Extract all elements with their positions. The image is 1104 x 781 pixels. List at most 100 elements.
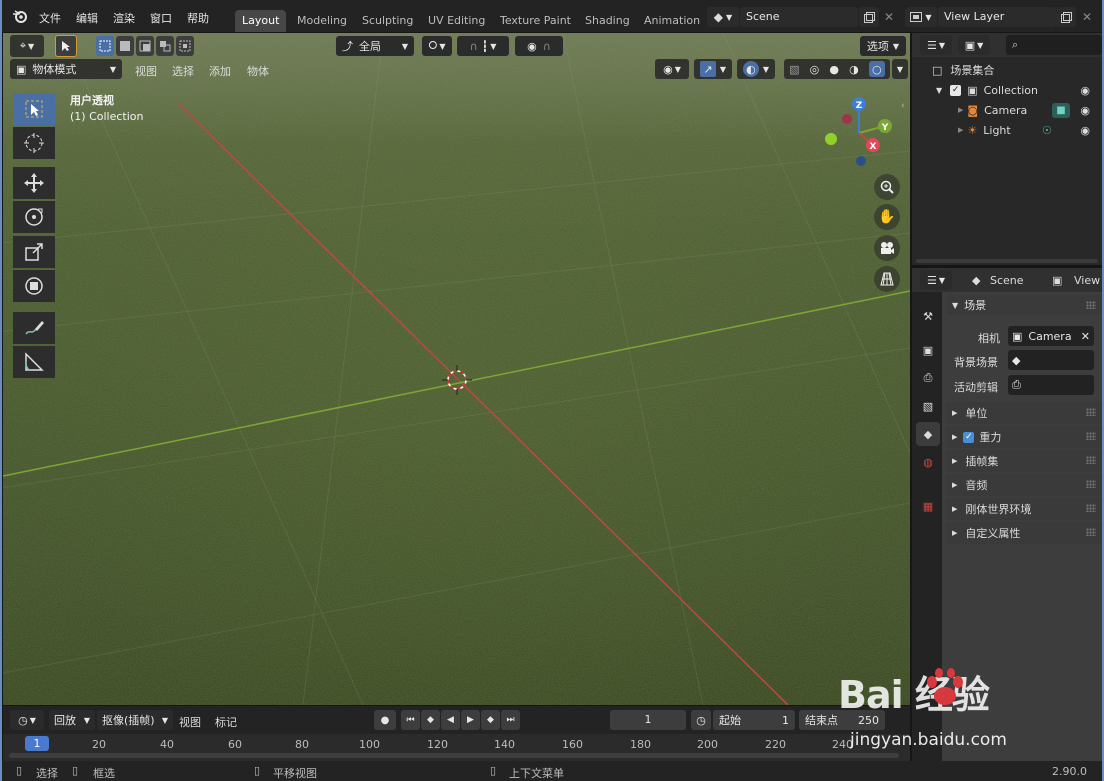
render-tab-icon[interactable]: ▣ bbox=[916, 338, 940, 362]
select-new-icon[interactable] bbox=[96, 36, 114, 56]
menu-add[interactable]: 添加 bbox=[209, 63, 231, 79]
timeline-menu-view[interactable]: 视图 bbox=[179, 714, 201, 730]
pivot-point-dropdown[interactable]: ⭘ ▼ bbox=[422, 36, 452, 56]
panel-gravity[interactable]: ▶ ✓ 重力 bbox=[946, 426, 1102, 448]
active-clip-field[interactable]: ⎙ bbox=[1008, 375, 1094, 395]
rendered-shading-icon[interactable]: ○ bbox=[868, 61, 885, 77]
measure-tool-icon[interactable] bbox=[13, 346, 55, 378]
menu-render[interactable]: 渲染 bbox=[113, 10, 135, 26]
menu-select[interactable]: 选择 bbox=[172, 63, 194, 79]
tab-uv-editing[interactable]: UV Editing bbox=[421, 10, 492, 32]
outliner-item-camera[interactable]: ▶ ◙ Camera ■ ◉ bbox=[958, 102, 1102, 118]
timeline-scrollbar[interactable] bbox=[9, 753, 899, 758]
timeline-editor-type-button[interactable]: ◷ ▼ bbox=[10, 710, 44, 730]
menu-window[interactable]: 窗口 bbox=[150, 10, 172, 26]
panel-custom-properties[interactable]: ▶ 自定义属性 bbox=[946, 522, 1102, 544]
jump-start-icon[interactable]: ⏮ bbox=[401, 710, 420, 730]
checkbox-icon[interactable]: ✓ bbox=[950, 84, 962, 96]
snap-group[interactable]: ∩ ┇ ▼ bbox=[457, 36, 509, 56]
xray-icon[interactable]: ▧ bbox=[789, 63, 799, 76]
timeline-ruler[interactable]: 1 20 40 60 80 100 120 140 160 180 200 22… bbox=[3, 734, 910, 761]
cursor-tool-icon[interactable] bbox=[13, 127, 55, 159]
camera-field[interactable]: ▣ Camera ✕ bbox=[1008, 326, 1094, 346]
view-layer-selector-button[interactable]: ▼ bbox=[905, 7, 937, 27]
shading-options-chevron-icon[interactable]: ▼ bbox=[892, 59, 908, 79]
tweak-tool-icon[interactable] bbox=[13, 93, 55, 125]
scene-selector-button[interactable]: ◆ ▼ bbox=[707, 7, 739, 27]
options-dropdown[interactable]: 选项 ▼ bbox=[860, 36, 906, 56]
menu-edit[interactable]: 编辑 bbox=[76, 10, 98, 26]
menu-object[interactable]: 物体 bbox=[247, 63, 269, 79]
properties-editor-type-button[interactable]: ☰ ▼ bbox=[920, 270, 952, 290]
keying-dropdown[interactable]: 抠像(插帧) ▼ bbox=[97, 710, 173, 730]
panel-units[interactable]: ▶ 单位 bbox=[946, 402, 1102, 424]
solid-shading-icon[interactable]: ● bbox=[829, 63, 839, 76]
expand-arrow-icon[interactable]: ▶ bbox=[958, 106, 963, 114]
material-shading-icon[interactable]: ◑ bbox=[849, 63, 859, 76]
jump-end-icon[interactable]: ⏭ bbox=[501, 710, 520, 730]
select-invert-icon[interactable] bbox=[156, 36, 174, 56]
pan-hand-icon[interactable]: ✋ bbox=[874, 204, 900, 230]
outliner-item-collection[interactable]: ▼ ✓ ▣ Collection ◉ bbox=[936, 82, 1102, 98]
tool-tab-icon[interactable]: ⚒ bbox=[916, 304, 940, 328]
menu-help[interactable]: 帮助 bbox=[187, 10, 209, 26]
outliner-search-input[interactable]: ⌕ bbox=[1006, 35, 1102, 55]
expand-arrow-icon[interactable]: ▶ bbox=[958, 126, 963, 134]
scene-tab-icon[interactable]: ◆ bbox=[916, 422, 940, 446]
drag-handle-icon[interactable] bbox=[1086, 528, 1096, 536]
mode-dropdown[interactable]: ▣ 物体模式 ▼ bbox=[10, 59, 122, 79]
wireframe-shading-icon[interactable]: ◎ bbox=[810, 63, 820, 76]
tab-texture-paint[interactable]: Texture Paint bbox=[493, 10, 578, 32]
current-frame-field[interactable]: 1 bbox=[610, 710, 686, 730]
menu-view[interactable]: 视图 bbox=[135, 63, 157, 79]
play-reverse-icon[interactable]: ◀ bbox=[441, 710, 460, 730]
eye-icon[interactable]: ◉ bbox=[1080, 124, 1090, 137]
eye-icon[interactable]: ◉ bbox=[1080, 84, 1090, 97]
background-scene-field[interactable]: ◆ bbox=[1008, 350, 1094, 370]
eye-icon[interactable]: ◉ bbox=[1080, 104, 1090, 117]
rotate-tool-icon[interactable] bbox=[13, 201, 55, 233]
world-tab-icon[interactable]: ◍ bbox=[916, 450, 940, 474]
transform-tool-icon[interactable] bbox=[13, 270, 55, 302]
new-view-layer-icon[interactable] bbox=[1056, 7, 1076, 27]
playback-dropdown[interactable]: 回放 ▼ bbox=[49, 710, 95, 730]
scene-collection-row[interactable]: □ 场景集合 bbox=[932, 62, 994, 78]
drag-handle-icon[interactable] bbox=[1086, 480, 1096, 488]
gravity-checkbox-icon[interactable]: ✓ bbox=[963, 431, 975, 443]
tab-sculpting[interactable]: Sculpting bbox=[355, 10, 420, 32]
display-mode-button[interactable]: ▣ ▼ bbox=[958, 35, 990, 55]
panel-rigid-body-world[interactable]: ▶ 刚体世界环境 bbox=[946, 498, 1102, 520]
3d-viewport[interactable]: ⌖ ▼ ⤴ 全局 ▼ ⭘ ▼ ∩ ┇ ▼ ◉ ∩ 选项 ▼ ▣ 物体模式 ▼ 视图 选择 添加 物体… bbox=[3, 33, 910, 705]
drag-handle-icon[interactable] bbox=[1086, 301, 1096, 309]
scale-tool-icon[interactable] bbox=[13, 236, 55, 268]
timeline-menu-marker[interactable]: 标记 bbox=[215, 714, 237, 730]
new-scene-icon[interactable] bbox=[859, 7, 879, 27]
zoom-icon[interactable] bbox=[874, 174, 900, 200]
drag-handle-icon[interactable] bbox=[1086, 408, 1096, 416]
select-tool-icon[interactable] bbox=[55, 35, 77, 57]
transform-orientation-dropdown[interactable]: ⤴ 全局 ▼ bbox=[336, 36, 414, 56]
drag-handle-icon[interactable] bbox=[1086, 504, 1096, 512]
tab-shading[interactable]: Shading bbox=[578, 10, 637, 32]
record-icon[interactable]: ● bbox=[374, 710, 396, 730]
tab-animation[interactable]: Animation bbox=[637, 10, 707, 32]
menu-file[interactable]: 文件 bbox=[39, 10, 61, 26]
stopwatch-icon[interactable]: ◷ bbox=[691, 710, 711, 730]
overlay-toggle[interactable]: ◐ ▼ bbox=[737, 59, 775, 79]
scene-name-field[interactable]: Scene bbox=[740, 7, 858, 27]
outliner-editor-type-button[interactable]: ☰ ▼ bbox=[920, 35, 952, 55]
ortho-grid-icon[interactable] bbox=[874, 266, 900, 292]
gizmo-toggle[interactable]: ↗ ▼ bbox=[694, 59, 732, 79]
camera-data-icon[interactable]: ■ bbox=[1052, 102, 1070, 118]
drag-handle-icon[interactable] bbox=[1086, 432, 1096, 440]
select-subtract-icon[interactable] bbox=[136, 36, 154, 56]
blender-logo-icon[interactable] bbox=[12, 9, 28, 23]
visibility-dropdown[interactable]: ◉ ▼ bbox=[655, 59, 689, 79]
editor-type-button[interactable]: ⌖ ▼ bbox=[10, 35, 44, 57]
scene-section-header[interactable]: ▼ 场景 bbox=[946, 295, 1102, 315]
select-intersect-icon[interactable] bbox=[176, 36, 194, 56]
expand-arrow-icon[interactable]: ▼ bbox=[936, 86, 942, 95]
view-layer-tab-icon[interactable]: ▧ bbox=[916, 394, 940, 418]
tab-layout[interactable]: Layout bbox=[235, 10, 287, 32]
output-tab-icon[interactable]: ⎙ bbox=[916, 366, 940, 390]
